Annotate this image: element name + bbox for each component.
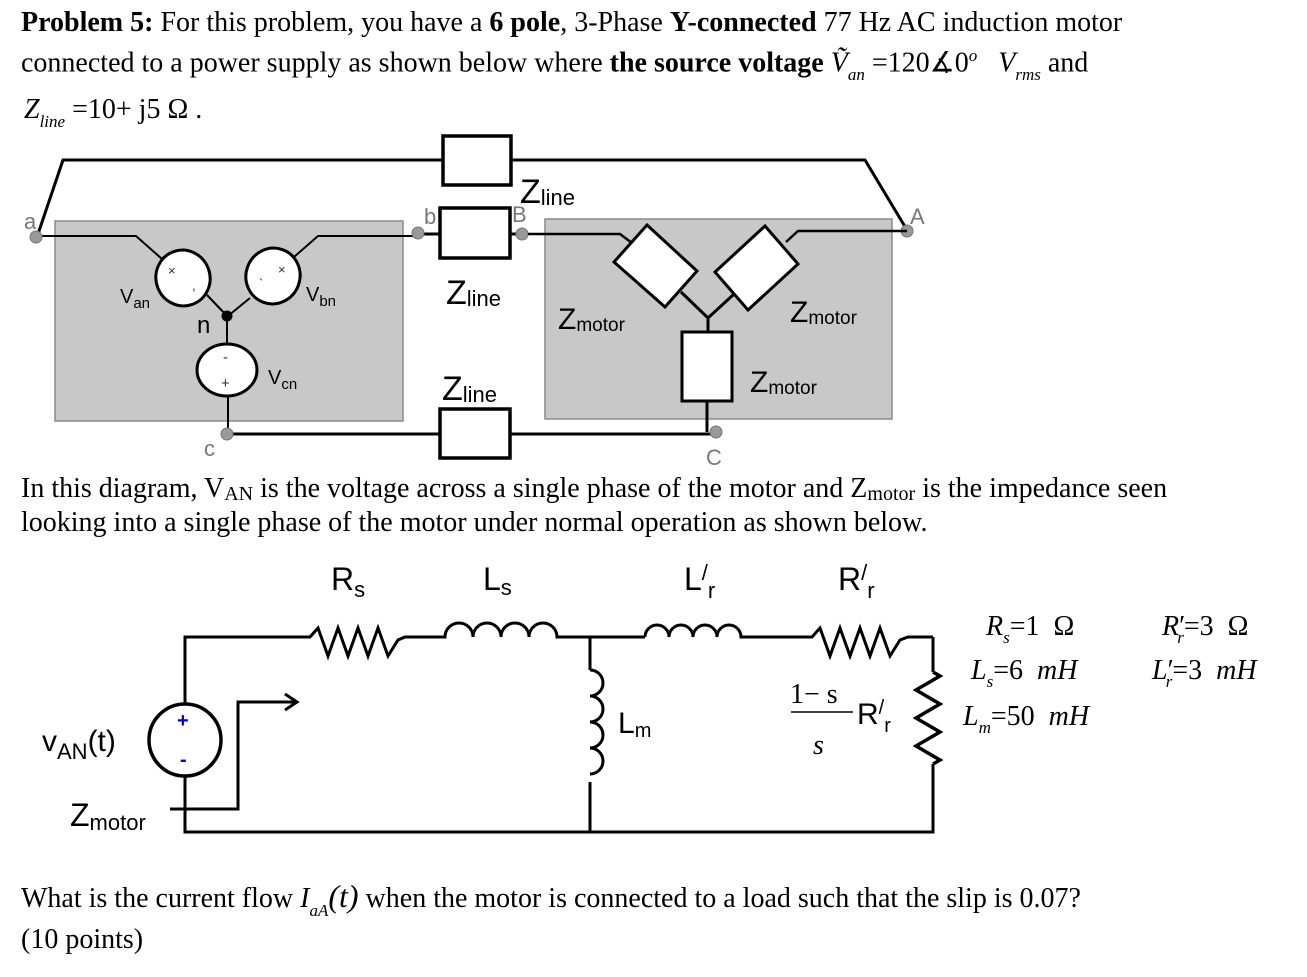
param-lr: L′r=3 mH bbox=[1152, 655, 1257, 691]
label-rs: Rs bbox=[331, 561, 365, 602]
param-rr: R′r=3 Ω bbox=[1162, 611, 1249, 647]
terminal-c bbox=[220, 427, 234, 441]
text: is the impedance seen bbox=[915, 473, 1168, 504]
zline-a-box bbox=[441, 134, 513, 187]
question-line: What is the current flow IaA(t) when the… bbox=[21, 878, 1081, 919]
label-load-denominator: s bbox=[813, 730, 824, 761]
current-subscript: aA bbox=[309, 901, 329, 920]
vbn-cross-mark: × bbox=[278, 262, 286, 277]
inductor-ls bbox=[428, 621, 588, 639]
label-load-rr: R/r bbox=[857, 697, 891, 737]
vbn-dot-mark: ` bbox=[259, 276, 263, 291]
explanation-line-2: looking into a single phase of the motor… bbox=[21, 507, 928, 538]
resistor-load bbox=[912, 670, 944, 766]
terminal-C bbox=[709, 425, 723, 439]
text: is the voltage across a single phase of … bbox=[253, 473, 868, 504]
label-node-A: A bbox=[910, 204, 925, 229]
terminal-B bbox=[515, 227, 529, 241]
zline-c-box bbox=[438, 407, 512, 460]
inductor-lr bbox=[643, 623, 800, 639]
zline-b-box bbox=[438, 206, 512, 260]
wire-bottom bbox=[183, 764, 935, 834]
current-argument: (t) bbox=[328, 878, 359, 914]
inductor-lm bbox=[589, 668, 605, 776]
source-minus-sign: - bbox=[180, 749, 187, 771]
label-source-van: vAN(t) bbox=[42, 725, 116, 764]
label-zmotor: Zmotor bbox=[70, 797, 146, 835]
explanation-line-1: In this diagram, VAN is the voltage acro… bbox=[21, 473, 1168, 505]
equivalent-circuit: + - Rs Ls L/r R/r Lm vAN(t) Zmotor 1− s … bbox=[42, 560, 944, 835]
param-lm: Lm=50 mH bbox=[963, 701, 1090, 737]
label-node-c: c bbox=[204, 436, 215, 461]
van-cross-mark: × bbox=[168, 263, 176, 278]
text: What is the current flow bbox=[21, 883, 301, 914]
wire-source-top bbox=[183, 635, 290, 705]
param-rs: Rs=1 Ω bbox=[986, 611, 1075, 647]
label-node-b: b bbox=[424, 204, 436, 229]
label-ls: Ls bbox=[483, 561, 512, 600]
vcn-plus-mark: + bbox=[221, 375, 230, 392]
resistor-rr bbox=[800, 623, 933, 661]
label-load-numerator: 1− s bbox=[790, 679, 838, 710]
vcn-minus-mark: - bbox=[223, 349, 228, 366]
label-node-a: a bbox=[24, 209, 37, 234]
label-n: n bbox=[197, 312, 210, 339]
source-plus-sign: + bbox=[177, 710, 189, 732]
van-subscript: AN bbox=[224, 483, 254, 505]
label-zline-top: Zline bbox=[520, 173, 575, 211]
param-ls: Ls=6 mH bbox=[971, 655, 1078, 691]
zmotor-subscript: motor bbox=[867, 483, 916, 505]
label-rr: R/r bbox=[838, 560, 875, 603]
label-zline-bottom: Zline bbox=[442, 370, 497, 408]
resistor-rs bbox=[290, 623, 428, 661]
text: In this diagram, V bbox=[21, 473, 225, 504]
label-lr: L/r bbox=[684, 560, 715, 603]
text: when the motor is connected to a load su… bbox=[358, 883, 1081, 914]
label-lm: Lm bbox=[618, 707, 651, 742]
zmotor-c-box bbox=[680, 330, 734, 403]
van-dot-mark: , bbox=[192, 278, 196, 293]
question-points: (10 points) bbox=[21, 924, 144, 955]
terminal-b bbox=[411, 226, 425, 240]
neutral-node bbox=[221, 310, 233, 322]
label-node-C: C bbox=[706, 445, 722, 470]
label-zline-middle: Zline bbox=[446, 274, 501, 312]
